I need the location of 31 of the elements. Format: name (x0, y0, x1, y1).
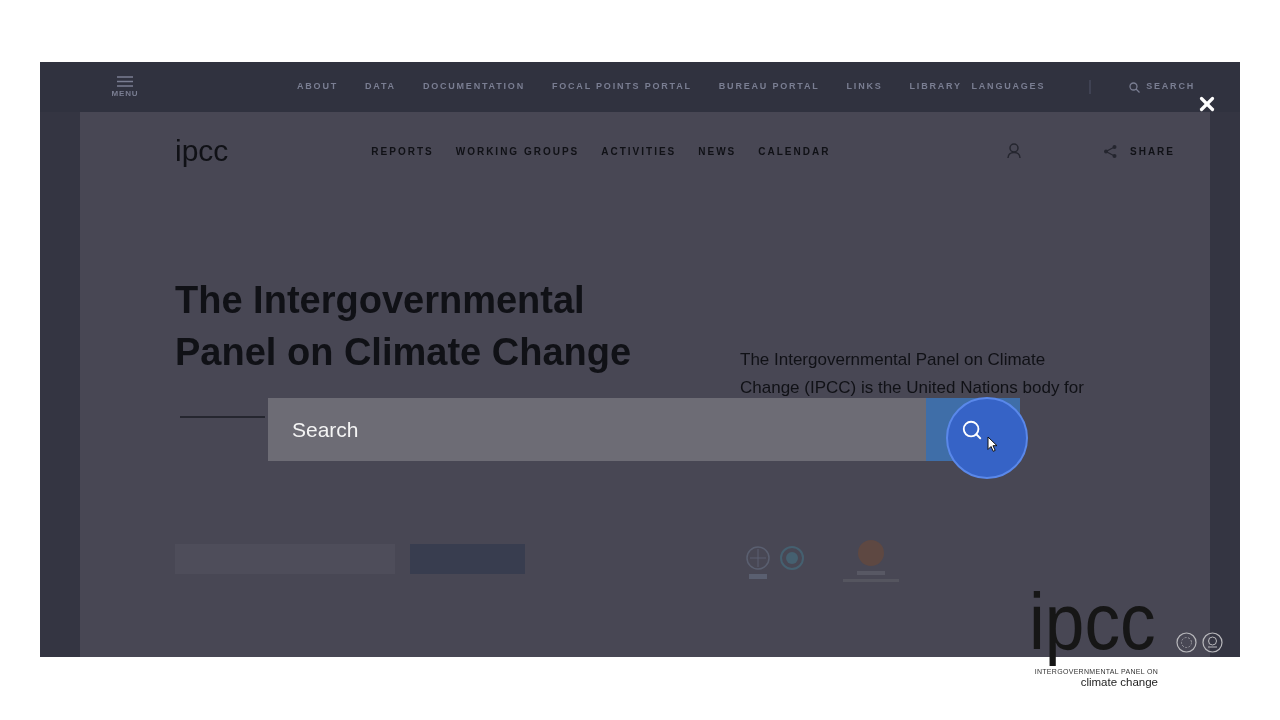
header-nav-link[interactable]: ACTIVITIES (601, 143, 677, 159)
header-nav-link[interactable]: WORKING GROUPS (455, 143, 580, 159)
header-nav-link[interactable]: CALENDAR (758, 143, 831, 159)
hero-title: The Intergovernmental Panel on Climate Change (175, 278, 633, 375)
cursor-icon (987, 436, 998, 452)
nav-link[interactable]: DATA (365, 80, 396, 94)
search-icon (1129, 81, 1141, 93)
person-icon[interactable] (1007, 143, 1021, 159)
site-logo[interactable]: ipcc (175, 136, 229, 166)
emblem-icon (1176, 632, 1197, 653)
languages-link[interactable]: LANGUAGES (971, 80, 1046, 94)
laurel-emblem-icon (745, 545, 771, 581)
search-field[interactable]: Search (268, 398, 926, 461)
nav-link[interactable]: FOCAL POINTS PORTAL (551, 80, 692, 94)
nav-link[interactable]: ABOUT (297, 80, 338, 94)
logo-subtitle: climate change (1080, 676, 1158, 689)
menu-button[interactable]: MENU (111, 76, 139, 98)
search-link[interactable]: SEARCH (1129, 80, 1195, 94)
menu-icon (117, 76, 133, 87)
header-nav-link[interactable]: REPORTS (371, 143, 434, 159)
nav-link[interactable]: BUREAU PORTAL (718, 80, 820, 94)
nav-link[interactable]: LINKS (846, 80, 883, 94)
share-icon (1103, 143, 1118, 159)
nav-link[interactable]: LIBRARY (909, 80, 962, 94)
share-link[interactable]: SHARE (1103, 143, 1175, 159)
header-nav-link[interactable]: NEWS (698, 143, 737, 159)
emblem-icon (1202, 632, 1223, 653)
search-icon (961, 418, 983, 441)
hero-intro: The Intergovernmental Panel on Climate Change (IPCC) is the United Nations body for (740, 349, 1085, 399)
nav-link[interactable]: DOCUMENTATION (422, 80, 525, 94)
logo-wordmark: ipcc (1029, 577, 1156, 667)
